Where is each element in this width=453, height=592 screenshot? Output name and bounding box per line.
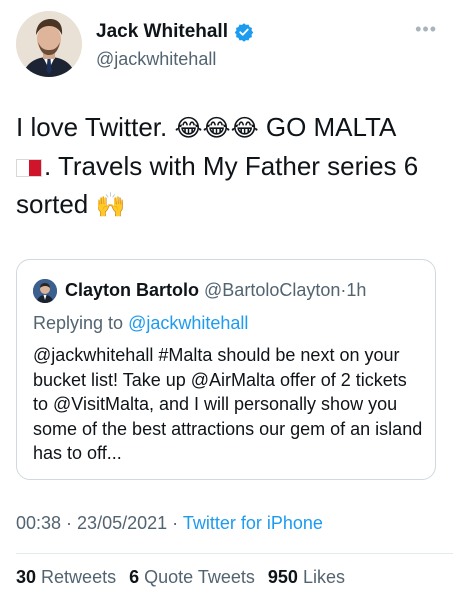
timestamp-separator: · xyxy=(61,513,78,533)
quoted-tweet-text: @jackwhitehall #Malta should be next on … xyxy=(33,345,423,463)
tweet-time[interactable]: 00:38 xyxy=(16,513,61,533)
author-handle[interactable]: @jackwhitehall xyxy=(96,49,216,70)
source-separator: · xyxy=(167,513,183,533)
quote-tweets-count: 6 xyxy=(129,567,140,587)
replying-to-handle[interactable]: @jackwhitehall xyxy=(128,313,248,333)
author-name-row: Jack Whitehall xyxy=(96,21,254,43)
divider xyxy=(16,553,453,554)
quoted-tweet-time: 1h xyxy=(346,280,367,300)
quote-tweets-stat[interactable]: 6 Quote Tweets xyxy=(129,567,255,587)
laughing-emoji: 😂😂😂 xyxy=(174,114,259,142)
tweet-source-link[interactable]: Twitter for iPhone xyxy=(183,513,323,533)
author-avatar-image xyxy=(16,11,82,77)
quoted-tweet-header: Clayton Bartolo @BartoloClayton·1h xyxy=(65,278,366,302)
author-avatar[interactable] xyxy=(16,11,82,77)
quoted-author-handle[interactable]: @BartoloClayton xyxy=(204,280,340,300)
replying-to-line: Replying to @jackwhitehall xyxy=(33,311,248,335)
quote-tweets-label: Quote Tweets xyxy=(144,567,255,587)
quoted-author-avatar xyxy=(33,279,57,303)
tweet-text-line1: I love Twitter. xyxy=(16,112,175,142)
raising-hands-emoji: 🙌 xyxy=(95,191,126,219)
engagement-stats: 30 Retweets 6 Quote Tweets 950 Likes xyxy=(16,567,345,588)
tweet-date[interactable]: 23/05/2021 xyxy=(77,513,167,533)
retweets-stat[interactable]: 30 Retweets xyxy=(16,567,116,587)
quoted-tweet-card[interactable]: Clayton Bartolo @BartoloClayton·1h Reply… xyxy=(16,259,436,480)
retweets-label: Retweets xyxy=(41,567,117,587)
retweets-count: 30 xyxy=(16,567,37,587)
likes-stat[interactable]: 950 Likes xyxy=(268,567,345,587)
verified-badge-icon xyxy=(234,22,254,42)
tweet-text-line3: sorted xyxy=(16,189,96,219)
more-options-icon[interactable]: ••• xyxy=(415,19,437,40)
tweet-text: I love Twitter. 😂😂😂 GO MALTA . Travels w… xyxy=(16,108,440,224)
tweet-header: Jack Whitehall @jackwhitehall ••• xyxy=(16,11,437,77)
author-display-name[interactable]: Jack Whitehall xyxy=(96,21,228,43)
likes-count: 950 xyxy=(267,567,298,587)
malta-flag-icon xyxy=(16,159,42,177)
likes-label: Likes xyxy=(302,567,345,587)
tweet-text-line2: . Travels with My Father series 6 xyxy=(44,151,419,181)
replying-to-label: Replying to xyxy=(33,313,129,333)
quoted-author-name[interactable]: Clayton Bartolo xyxy=(65,280,199,300)
tweet-timestamp: 00:38 · 23/05/2021 · Twitter for iPhone xyxy=(16,513,323,534)
tweet-text-line1-tail: GO MALTA xyxy=(258,112,397,142)
